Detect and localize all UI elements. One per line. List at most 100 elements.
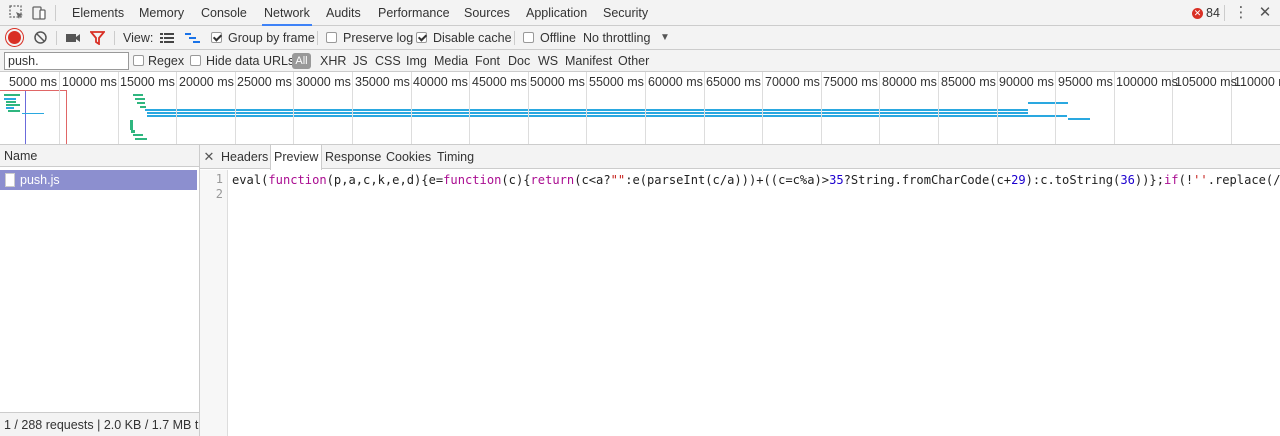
filter-input[interactable] bbox=[4, 52, 129, 70]
inspect-element-icon[interactable] bbox=[8, 4, 26, 22]
group-by-frame-label[interactable]: Group by frame bbox=[228, 26, 315, 50]
overview-tick-label: 25000 ms bbox=[237, 75, 292, 89]
device-toggle-icon[interactable] bbox=[30, 4, 48, 22]
close-icon[interactable]: ✕ bbox=[1256, 4, 1274, 22]
overview-gridline bbox=[1114, 72, 1115, 144]
overview-tick-label: 30000 ms bbox=[296, 75, 351, 89]
clear-icon[interactable] bbox=[33, 30, 48, 45]
throttling-select[interactable]: No throttling bbox=[583, 26, 650, 50]
hide-data-urls-checkbox[interactable] bbox=[190, 55, 201, 66]
disable-cache-checkbox[interactable] bbox=[416, 32, 427, 43]
request-details-panel: ✕ Headers Preview Response Cookies Timin… bbox=[200, 145, 1280, 436]
error-count-badge[interactable]: ✕ 84 bbox=[1192, 5, 1220, 21]
tab-security[interactable]: Security bbox=[601, 0, 650, 26]
toolbar-divider bbox=[56, 31, 57, 45]
overview-tick-label: 15000 ms bbox=[120, 75, 175, 89]
disable-cache-label[interactable]: Disable cache bbox=[433, 26, 512, 50]
name-column-header[interactable]: Name bbox=[0, 145, 199, 167]
offline-checkbox[interactable] bbox=[523, 32, 534, 43]
type-filter-other[interactable]: Other bbox=[618, 50, 649, 72]
overview-tick-label: 65000 ms bbox=[706, 75, 761, 89]
request-bar bbox=[4, 98, 16, 100]
overview-gridline bbox=[997, 72, 998, 144]
tab-console[interactable]: Console bbox=[199, 0, 249, 26]
screenshot-icon[interactable] bbox=[65, 31, 81, 45]
toolbar-divider bbox=[514, 31, 515, 45]
tab-preview[interactable]: Preview bbox=[270, 145, 323, 170]
type-filter-ws[interactable]: WS bbox=[538, 50, 558, 72]
preserve-log-checkbox[interactable] bbox=[326, 32, 337, 43]
hide-data-urls-label[interactable]: Hide data URLs bbox=[206, 50, 294, 72]
overview-tick-label: 100000 ms bbox=[1116, 75, 1178, 89]
type-filter-css[interactable]: CSS bbox=[375, 50, 401, 72]
type-filter-doc[interactable]: Doc bbox=[508, 50, 530, 72]
type-filter-media[interactable]: Media bbox=[434, 50, 468, 72]
record-icon[interactable] bbox=[8, 31, 21, 44]
kebab-menu-icon[interactable]: ⋮ bbox=[1232, 4, 1250, 22]
overview-gridline bbox=[879, 72, 880, 144]
overview-tick-label: 20000 ms bbox=[179, 75, 234, 89]
overview-tick-label: 70000 ms bbox=[765, 75, 820, 89]
overview-gridline bbox=[411, 72, 412, 144]
tab-cookies[interactable]: Cookies bbox=[383, 145, 434, 169]
tab-elements[interactable]: Elements bbox=[70, 0, 126, 26]
overview-gridline bbox=[645, 72, 646, 144]
tab-sources[interactable]: Sources bbox=[462, 0, 512, 26]
type-filter-all[interactable]: All bbox=[292, 53, 311, 69]
overview-tick-label: 35000 ms bbox=[355, 75, 410, 89]
request-bar bbox=[6, 101, 16, 103]
request-bar bbox=[8, 110, 20, 112]
list-view-icon[interactable] bbox=[160, 32, 174, 44]
overview-tick-label: 45000 ms bbox=[472, 75, 527, 89]
type-filter-xhr[interactable]: XHR bbox=[320, 50, 346, 72]
type-filter-img[interactable]: Img bbox=[406, 50, 427, 72]
type-filter-js[interactable]: JS bbox=[353, 50, 368, 72]
toolbar-divider bbox=[317, 31, 318, 45]
overview-gridline bbox=[293, 72, 294, 144]
overview-gridline bbox=[586, 72, 587, 144]
tab-memory[interactable]: Memory bbox=[137, 0, 186, 26]
overview-gridline bbox=[528, 72, 529, 144]
tab-response[interactable]: Response bbox=[322, 145, 384, 169]
filter-icon[interactable] bbox=[89, 31, 106, 46]
requests-panel: Name push.js 1 / 288 requests | 2.0 KB /… bbox=[0, 145, 200, 436]
type-filter-font[interactable]: Font bbox=[475, 50, 500, 72]
preserve-log-label[interactable]: Preserve log bbox=[343, 26, 413, 50]
waterfall-view-icon[interactable] bbox=[185, 32, 201, 44]
tab-performance[interactable]: Performance bbox=[376, 0, 452, 26]
request-row-selected[interactable]: push.js bbox=[0, 170, 197, 190]
tab-timing[interactable]: Timing bbox=[434, 145, 477, 169]
overview-gridline bbox=[176, 72, 177, 144]
dom-content-loaded-marker bbox=[25, 90, 26, 144]
type-filter-manifest[interactable]: Manifest bbox=[565, 50, 612, 72]
overview-tick-label: 60000 ms bbox=[648, 75, 703, 89]
request-bar bbox=[140, 106, 146, 108]
request-bar bbox=[131, 130, 135, 133]
long-request-bar bbox=[147, 115, 1067, 117]
close-details-icon[interactable]: ✕ bbox=[202, 145, 216, 169]
tab-network[interactable]: Network bbox=[262, 0, 312, 26]
group-by-frame-checkbox[interactable] bbox=[211, 32, 222, 43]
details-tab-bar: ✕ Headers Preview Response Cookies Timin… bbox=[200, 145, 1280, 170]
toolbar-divider bbox=[114, 31, 115, 45]
network-overview-timeline[interactable]: 5000 ms 10000 ms 15000 ms 20000 ms 25000 ms 3… bbox=[0, 72, 1280, 145]
regex-checkbox[interactable] bbox=[133, 55, 144, 66]
request-bar bbox=[1068, 118, 1090, 120]
tabbar-divider-right bbox=[1224, 5, 1225, 21]
dropdown-arrow-icon[interactable]: ▼ bbox=[660, 26, 670, 50]
tab-headers[interactable]: Headers bbox=[218, 145, 271, 169]
overview-tick-label: 85000 ms bbox=[941, 75, 996, 89]
overview-tick-label: 50000 ms bbox=[530, 75, 585, 89]
overview-tick-label: 10000 ms bbox=[62, 75, 117, 89]
request-bar bbox=[137, 102, 145, 104]
tab-audits[interactable]: Audits bbox=[324, 0, 363, 26]
request-bar bbox=[6, 107, 14, 109]
view-label: View: bbox=[123, 31, 154, 45]
tab-application[interactable]: Application bbox=[524, 0, 589, 26]
code-line-1[interactable]: eval(function(p,a,c,k,e,d){e=function(c)… bbox=[232, 173, 1280, 187]
overview-gridline bbox=[762, 72, 763, 144]
offline-label[interactable]: Offline bbox=[540, 26, 576, 50]
regex-label[interactable]: Regex bbox=[148, 50, 184, 72]
load-event-marker bbox=[66, 90, 67, 144]
request-bar bbox=[133, 94, 143, 96]
